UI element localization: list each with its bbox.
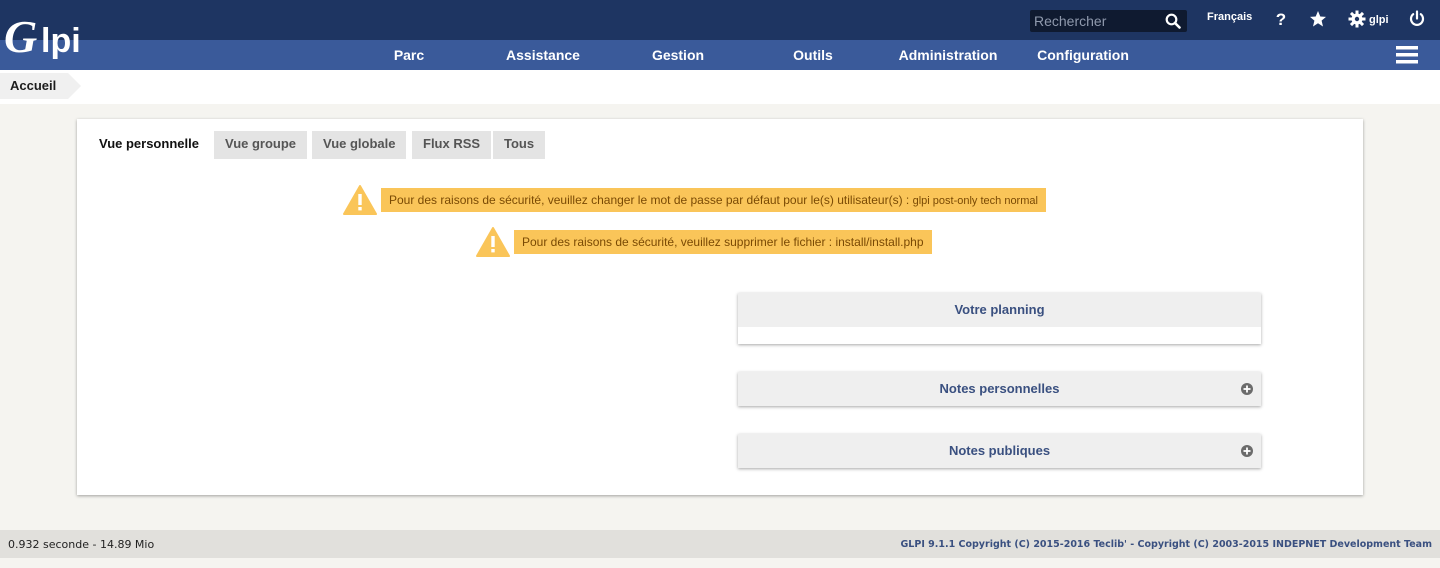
- svg-text:G: G: [4, 11, 37, 62]
- personal-notes-title: Notes personnelles: [939, 381, 1060, 396]
- search-icon[interactable]: [1165, 13, 1181, 29]
- hamburger-menu-icon[interactable]: [1396, 46, 1418, 64]
- planning-panel: Votre planning: [738, 293, 1261, 344]
- footer-copyright-link[interactable]: GLPI 9.1.1 Copyright (C) 2015-2016 Tecli…: [901, 539, 1433, 550]
- add-icon[interactable]: [1241, 383, 1253, 395]
- search-input[interactable]: Rechercher: [1034, 13, 1106, 29]
- user-link[interactable]: glpi: [1369, 14, 1389, 26]
- main-content: Vue personnelle Vue groupe Vue globale F…: [77, 119, 1363, 495]
- svg-text:lpi: lpi: [41, 22, 81, 60]
- menu-administration[interactable]: Administration: [888, 40, 1008, 70]
- personal-notes-header[interactable]: Notes personnelles: [738, 372, 1261, 406]
- footer-timing: 0.932 seconde - 14.89 Mio: [8, 538, 155, 551]
- language-link[interactable]: Français: [1207, 11, 1252, 23]
- tab-vue-personnelle[interactable]: Vue personnelle: [88, 131, 210, 159]
- help-icon[interactable]: ?: [1272, 10, 1290, 28]
- tab-tous[interactable]: Tous: [493, 131, 546, 159]
- menu-configuration[interactable]: Configuration: [1023, 40, 1143, 70]
- public-notes-header[interactable]: Notes publiques: [738, 434, 1261, 468]
- search-box[interactable]: Rechercher: [1030, 10, 1187, 32]
- footer: 0.932 seconde - 14.89 Mio GLPI 9.1.1 Cop…: [0, 530, 1440, 558]
- menu-gestion[interactable]: Gestion: [618, 40, 738, 70]
- warning-message: Pour des raisons de sécurité, veuillez c…: [381, 188, 1046, 212]
- warning-text: Pour des raisons de sécurité, veuillez c…: [389, 193, 910, 207]
- tab-flux-rss[interactable]: Flux RSS: [412, 131, 492, 159]
- menu-outils[interactable]: Outils: [753, 40, 873, 70]
- public-notes-panel: Notes publiques: [738, 434, 1261, 468]
- add-icon[interactable]: [1241, 445, 1253, 457]
- warning-message: Pour des raisons de sécurité, veuillez s…: [514, 230, 932, 254]
- personal-notes-panel: Notes personnelles: [738, 372, 1261, 406]
- power-icon[interactable]: [1408, 10, 1426, 28]
- star-icon[interactable]: [1309, 10, 1327, 28]
- warning-users: glpi post-only tech normal: [912, 195, 1038, 207]
- main-menu: Parc Assistance Gestion Outils Administr…: [0, 40, 1440, 70]
- warning-icon: [343, 185, 377, 215]
- menu-assistance[interactable]: Assistance: [483, 40, 603, 70]
- warning-icon: [476, 227, 510, 257]
- svg-text:?: ?: [1276, 10, 1286, 28]
- tab-vue-groupe[interactable]: Vue groupe: [214, 131, 308, 159]
- gear-icon[interactable]: [1348, 10, 1366, 28]
- breadcrumb-home[interactable]: Accueil: [0, 73, 82, 99]
- tab-vue-globale[interactable]: Vue globale: [312, 131, 407, 159]
- breadcrumb-bar: [0, 70, 1440, 104]
- public-notes-title: Notes publiques: [948, 443, 1051, 458]
- glpi-logo[interactable]: G lpi: [4, 6, 104, 66]
- planning-title[interactable]: Votre planning: [738, 293, 1261, 327]
- menu-parc[interactable]: Parc: [349, 40, 469, 70]
